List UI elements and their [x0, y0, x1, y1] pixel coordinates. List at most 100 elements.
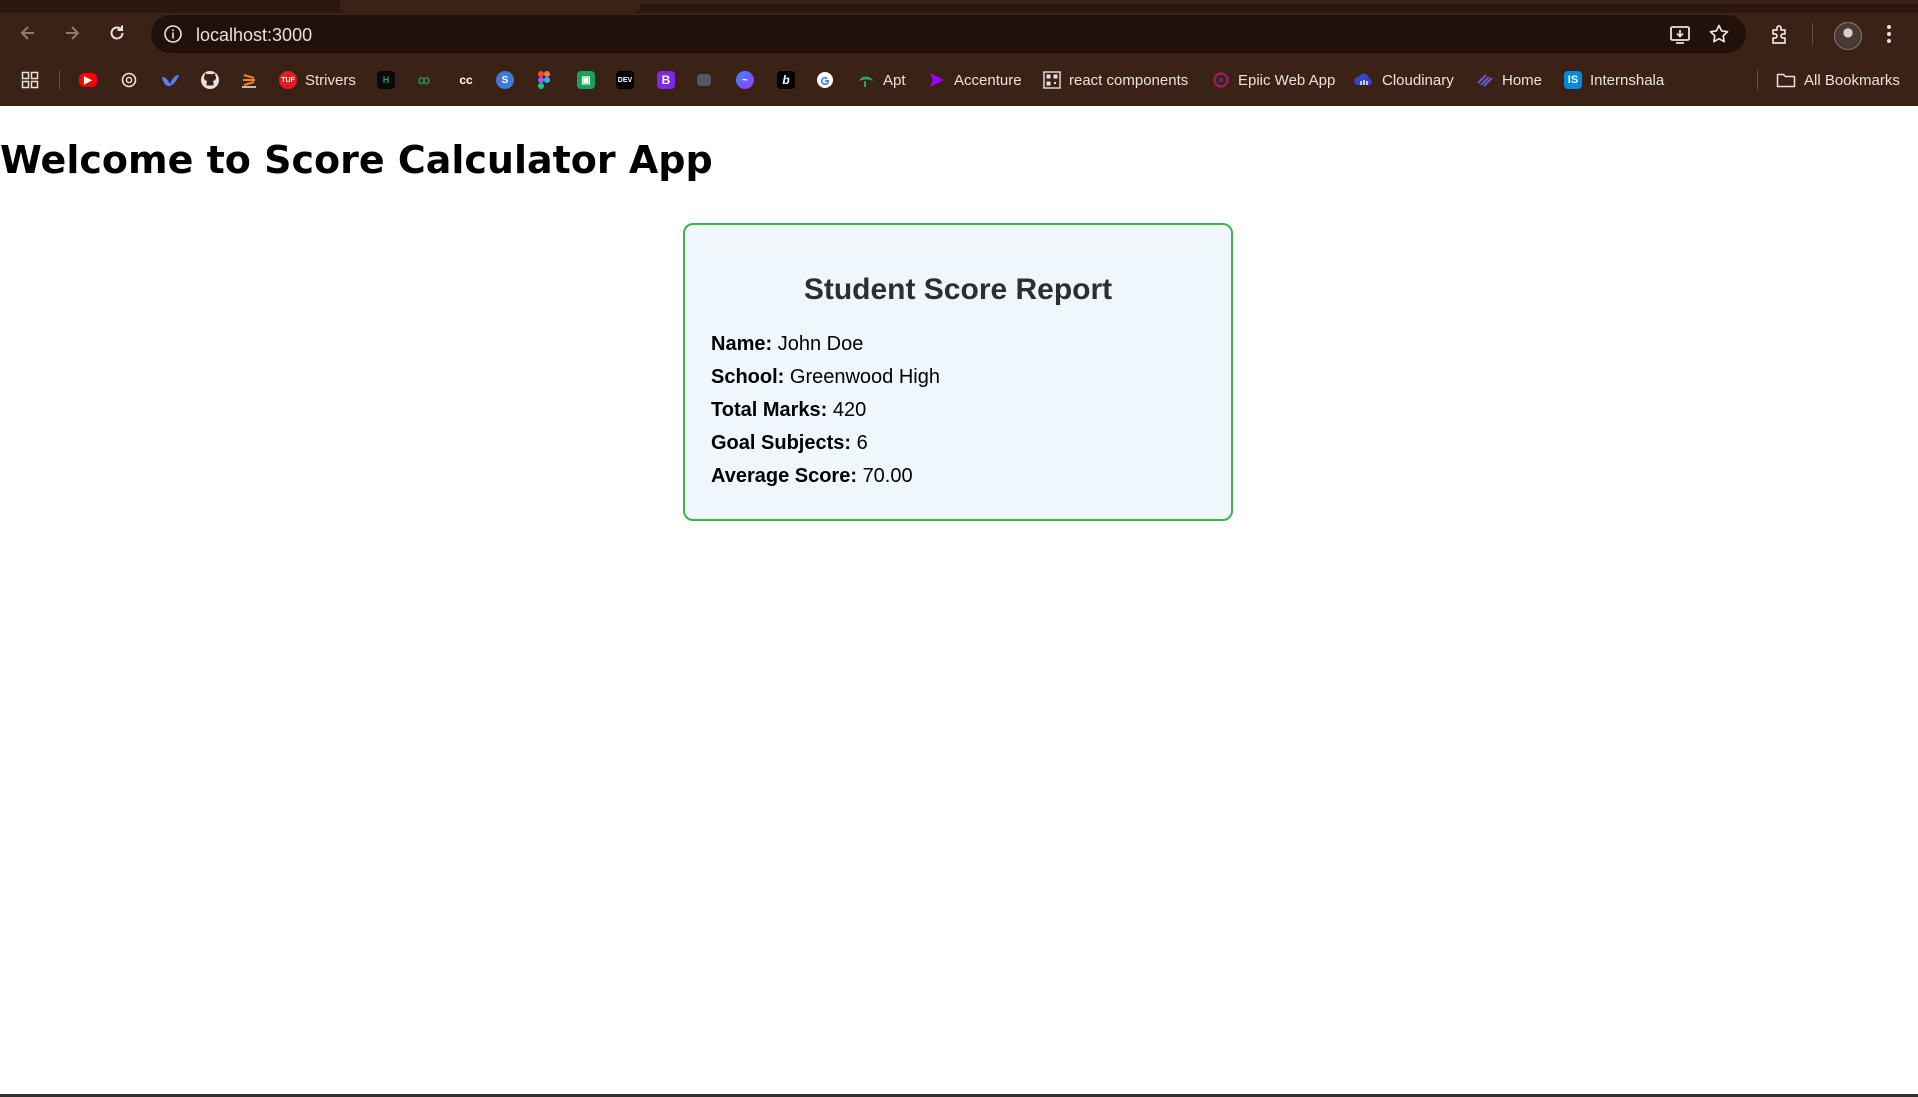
bookmark-label: Cloudinary [1382, 71, 1454, 89]
site-info-icon[interactable] [163, 24, 183, 44]
cloudinary-icon [1354, 73, 1372, 85]
apt-icon [859, 76, 873, 87]
bookmarks-bar: ▶ TUF Strivers H ꝏ cc S ▣ DEV B ~ b Apt … [0, 62, 1918, 98]
address-bar[interactable]: localhost:3000 [151, 15, 1746, 53]
card-title: Student Score Report [803, 273, 1113, 306]
kebab-menu-icon[interactable] [1886, 24, 1892, 44]
back-arrow-icon [20, 26, 34, 40]
bookmark-bootstrap[interactable]: B [657, 67, 675, 93]
bookmark-apt[interactable]: Apt [857, 67, 906, 93]
back-button[interactable] [12, 17, 44, 49]
hackerrank-icon: H [377, 71, 395, 89]
name-value: John Doe [777, 333, 864, 355]
qr-icon [1043, 71, 1061, 89]
bookmark-b[interactable]: b [777, 67, 795, 93]
internshala-icon: IS [1564, 71, 1582, 89]
github-icon [201, 71, 219, 89]
google-icon [817, 72, 833, 88]
bookmark-strivers[interactable]: TUF Strivers [279, 67, 356, 93]
school-value: Greenwood High [789, 366, 940, 388]
score-report-card: Student Score Report Name: John Doe Scho… [683, 223, 1233, 521]
bookmark-epiic-web-app[interactable]: Epiic Web App [1212, 67, 1335, 93]
bookmark-label: Internshala [1590, 71, 1665, 89]
school-row: School: Greenwood High [711, 366, 940, 389]
bookmark-green-app[interactable]: ▣ [577, 67, 595, 93]
home-icon [1477, 74, 1493, 87]
bookmark-codechef[interactable]: cc [457, 67, 475, 93]
name-row: Name: John Doe [711, 333, 863, 356]
forward-button[interactable] [56, 17, 88, 49]
apps-button[interactable] [21, 67, 39, 93]
bookmark-youtube[interactable]: ▶ [79, 67, 97, 93]
profile-avatar[interactable] [1834, 22, 1862, 50]
average-score-label: Average Score: [711, 465, 857, 487]
bookmark-box[interactable] [697, 67, 711, 93]
bookmark-google[interactable] [816, 67, 834, 93]
bookmark-figma[interactable] [538, 67, 550, 93]
reload-icon [110, 25, 124, 40]
bookmark-github[interactable] [200, 67, 220, 93]
install-app-icon[interactable] [1669, 24, 1691, 46]
b-icon: b [777, 71, 795, 89]
average-score-value: 70.00 [862, 465, 913, 487]
active-tab[interactable] [340, 0, 640, 13]
bookmark-hackerrank[interactable]: H [377, 67, 395, 93]
reload-button[interactable] [101, 17, 133, 49]
epic-icon [1213, 72, 1229, 88]
bookmarks-divider [1757, 70, 1758, 90]
extensions-puzzle-icon[interactable] [1769, 24, 1791, 46]
navigation-bar: localhost:3000 [0, 13, 1918, 55]
school-label: School: [711, 366, 785, 388]
bookmark-bird[interactable] [160, 67, 180, 93]
bookmark-s[interactable]: S [496, 67, 514, 93]
goal-subjects-label: Goal Subjects: [711, 432, 852, 454]
bookmark-label: Epiic Web App [1238, 71, 1336, 89]
bookmark-home[interactable]: Home [1476, 67, 1542, 93]
bookmark-cloudinary[interactable]: Cloudinary [1354, 67, 1454, 93]
total-marks-label: Total Marks: [711, 399, 828, 421]
bootstrap-icon: B [657, 71, 675, 89]
page-content: Welcome to Score Calculator App Student … [0, 106, 1918, 1095]
bookmark-messenger[interactable]: ~ [736, 67, 754, 93]
average-score-row: Average Score: 70.00 [711, 465, 913, 488]
bookmark-geeksforgeeks[interactable]: ꝏ [415, 67, 433, 93]
bookmark-dev[interactable]: DEV [616, 67, 634, 93]
forward-arrow-icon [66, 26, 80, 40]
total-marks-value: 420 [832, 399, 867, 421]
bookmark-label: Accenture [954, 71, 1022, 89]
tab-strip [0, 0, 1918, 13]
green-app-icon: ▣ [577, 71, 595, 89]
all-bookmarks-label: All Bookmarks [1804, 71, 1900, 89]
apps-grid-icon [21, 71, 39, 89]
bookmarks-divider [59, 70, 60, 90]
name-label: Name: [711, 333, 773, 355]
messenger-icon: ~ [736, 71, 754, 89]
bookmark-react-components[interactable]: react components [1043, 67, 1188, 93]
url-text[interactable]: localhost:3000 [196, 25, 312, 46]
bookmark-accenture[interactable]: Accenture [928, 67, 1022, 93]
dev-icon: DEV [616, 71, 634, 89]
geeksforgeeks-icon: ꝏ [417, 73, 431, 87]
bird-icon [162, 75, 179, 86]
browser-chrome: localhost:3000 ▶ TUF Strivers H ꝏ cc S ▣… [0, 0, 1918, 106]
bookmark-label: Home [1502, 71, 1543, 89]
inactive-tab[interactable] [640, 0, 1918, 4]
bookmark-star-icon[interactable] [1708, 23, 1730, 45]
youtube-icon: ▶ [79, 73, 97, 87]
codechef-icon: cc [459, 73, 473, 87]
goal-subjects-row: Goal Subjects: 6 [711, 432, 868, 455]
s-icon: S [496, 71, 514, 89]
page-title: Welcome to Score Calculator App [0, 138, 713, 182]
total-marks-row: Total Marks: 420 [711, 399, 866, 422]
bookmark-label: Strivers [305, 71, 356, 89]
bookmark-stack[interactable] [240, 67, 258, 93]
bookmark-internshala[interactable]: IS Internshala [1564, 67, 1664, 93]
bookmark-chatgpt[interactable] [120, 67, 138, 93]
bookmark-label: react components [1069, 71, 1189, 89]
stack-icon [242, 74, 256, 88]
toolbar-divider [1812, 23, 1813, 45]
all-bookmarks-button[interactable]: All Bookmarks [1776, 67, 1900, 93]
goal-subjects-value: 6 [856, 432, 868, 454]
chatgpt-icon [121, 72, 137, 88]
folder-icon [1776, 73, 1796, 88]
